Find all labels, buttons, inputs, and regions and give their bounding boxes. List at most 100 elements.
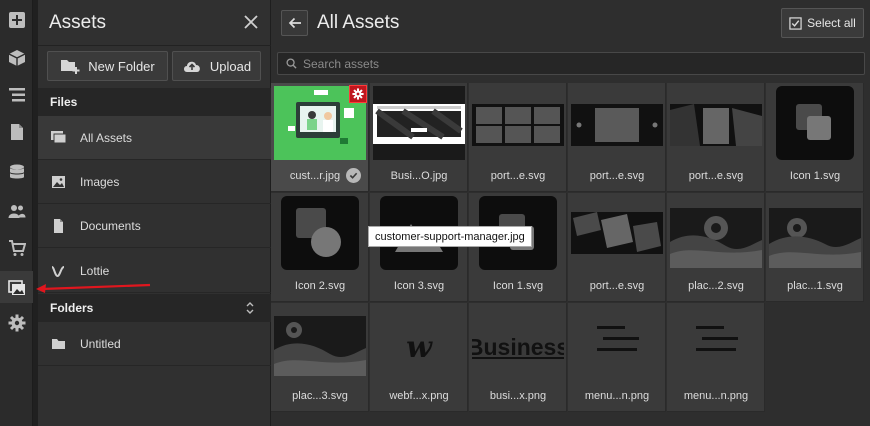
assets-main: All Assets Select all Search assets cust… — [271, 0, 870, 426]
asset-tile[interactable]: Business busi...x.png — [469, 303, 567, 412]
asset-thumbnail — [670, 306, 762, 380]
upload-button[interactable]: Upload — [172, 51, 261, 81]
ecommerce-icon — [8, 240, 26, 256]
asset-tile[interactable]: menu...n.png — [568, 303, 666, 412]
lottie-icon — [51, 265, 65, 277]
new-folder-icon — [61, 60, 80, 74]
all-assets-icon — [51, 130, 66, 143]
asset-thumbnail — [769, 86, 861, 160]
close-icon[interactable] — [243, 14, 259, 30]
asset-thumbnail: Business — [472, 306, 564, 380]
selected-check-icon[interactable] — [346, 168, 361, 183]
asset-thumbnail — [274, 306, 366, 380]
upload-label: Upload — [209, 58, 252, 74]
asset-settings-button[interactable] — [349, 85, 367, 103]
asset-tile[interactable]: port...e.svg — [469, 83, 567, 192]
cms-button[interactable] — [0, 156, 33, 188]
asset-tile[interactable]: port...e.svg — [667, 83, 765, 192]
asset-label: Icon 1.svg — [492, 280, 544, 292]
navigator-button[interactable] — [0, 79, 33, 111]
assets-panel: Assets New Folder Upload Files All Asset… — [38, 0, 271, 426]
panel-header: Assets — [38, 0, 271, 46]
asset-label: webf...x.png — [389, 390, 449, 402]
search-input[interactable] — [303, 56, 843, 71]
asset-thumbnail — [373, 86, 465, 160]
asset-tile[interactable]: port...e.svg — [568, 83, 666, 192]
asset-label: menu...n.png — [683, 390, 749, 402]
portfolio-collage-thumb — [670, 104, 762, 146]
settings-button[interactable] — [0, 307, 33, 339]
menu-lines-icon — [597, 326, 639, 351]
asset-label: port...e.svg — [589, 280, 645, 292]
folder-icon — [52, 338, 65, 349]
square-circle-icon — [281, 196, 359, 270]
sort-icon[interactable] — [245, 301, 255, 315]
portfolio-grid-thumb — [472, 104, 564, 146]
select-all-button[interactable]: Select all — [781, 8, 864, 38]
files-heading: Files — [38, 88, 271, 116]
asset-label: port...e.svg — [490, 170, 546, 182]
asset-tile[interactable]: menu...n.png — [667, 303, 765, 412]
asset-label: port...e.svg — [688, 170, 744, 182]
menu-lines-icon — [696, 326, 738, 351]
back-button[interactable] — [281, 10, 308, 36]
asset-thumbnail: w — [373, 306, 465, 380]
files-item-images[interactable]: Images — [38, 160, 271, 204]
asset-tile[interactable]: plac...3.svg — [271, 303, 369, 412]
cloud-upload-icon — [183, 61, 200, 72]
asset-label: menu...n.png — [584, 390, 650, 402]
assets-icon — [7, 280, 25, 295]
business-preview-thumb — [373, 104, 465, 144]
settings-icon — [8, 314, 25, 332]
ecommerce-button[interactable] — [0, 232, 33, 264]
asset-label: Icon 1.svg — [789, 170, 841, 182]
files-item-label: Images — [80, 174, 120, 189]
asset-tile[interactable]: Icon 2.svg — [271, 193, 369, 302]
asset-thumbnail — [571, 306, 663, 380]
image-icon — [52, 175, 65, 188]
components-button[interactable] — [0, 42, 33, 74]
asset-thumbnail — [571, 86, 663, 160]
asset-tile[interactable]: port...e.svg — [568, 193, 666, 302]
add-button[interactable] — [0, 4, 33, 36]
files-item-label: Lottie — [80, 263, 110, 278]
users-button[interactable] — [0, 195, 33, 227]
asset-tile[interactable]: Icon 3.svg — [370, 193, 468, 302]
gear-icon — [352, 88, 364, 100]
asset-label: Busi...O.jpg — [390, 170, 448, 182]
asset-label: port...e.svg — [589, 170, 645, 182]
asset-thumbnail — [670, 196, 762, 270]
pages-button[interactable] — [0, 116, 33, 148]
asset-label: plac...2.svg — [688, 280, 744, 292]
select-all-label: Select all — [807, 16, 856, 30]
new-folder-label: New Folder — [88, 58, 155, 74]
asset-label: plac...3.svg — [292, 390, 348, 402]
folders-heading: Folders — [38, 294, 271, 322]
asset-tile[interactable]: cust...r.jpg — [271, 83, 369, 192]
cms-icon — [9, 164, 24, 179]
page-title: All Assets — [317, 12, 400, 33]
pages-icon — [10, 124, 23, 140]
search-bar — [277, 52, 865, 75]
asset-label: Icon 3.svg — [393, 280, 445, 292]
asset-tile[interactable]: plac...2.svg — [667, 193, 765, 302]
files-item-all-assets[interactable]: All Assets — [38, 116, 271, 160]
asset-tile[interactable]: Icon 1.svg — [766, 83, 864, 192]
asset-tile[interactable]: Icon 1.svg — [469, 193, 567, 302]
asset-thumbnail — [571, 196, 663, 270]
asset-tile[interactable]: w webf...x.png — [370, 303, 468, 412]
add-icon — [8, 12, 25, 28]
search-icon — [286, 58, 297, 69]
folder-item-untitled[interactable]: Untitled — [38, 322, 271, 366]
folder-item-label: Untitled — [80, 336, 121, 351]
document-icon — [54, 218, 63, 233]
asset-tile[interactable]: Busi...O.jpg — [370, 83, 468, 192]
asset-thumbnail — [670, 86, 762, 160]
assets-button[interactable] — [0, 271, 33, 303]
asset-label: busi...x.png — [489, 390, 547, 402]
business-logo: Business — [472, 333, 564, 360]
new-folder-button[interactable]: New Folder — [47, 51, 168, 81]
files-item-documents[interactable]: Documents — [38, 204, 271, 248]
asset-tile[interactable]: plac...1.svg — [766, 193, 864, 302]
webflow-logo: w — [406, 329, 432, 365]
